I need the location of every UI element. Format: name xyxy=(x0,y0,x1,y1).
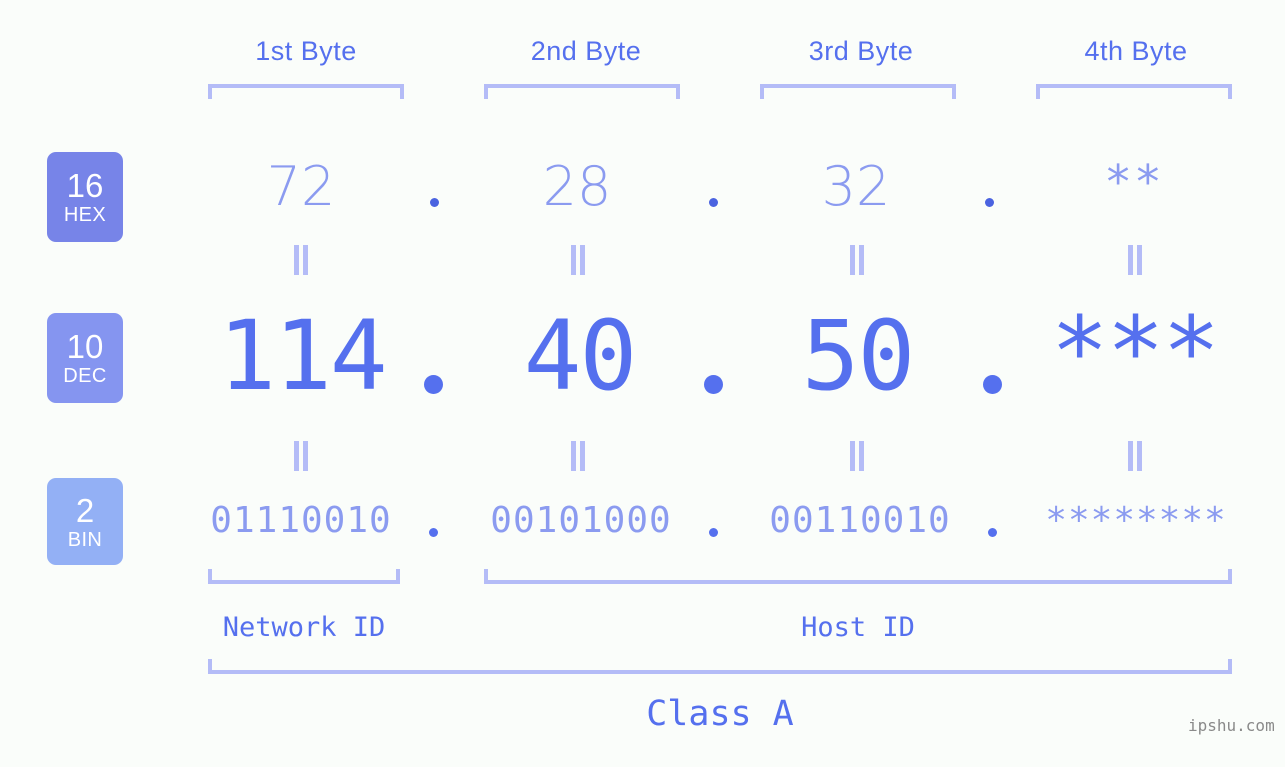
hex-byte-4-value: ** xyxy=(1104,155,1164,209)
bin-byte-2-value: 00101000 xyxy=(490,500,672,541)
bin-byte-1-value: 01110010 xyxy=(210,500,392,541)
network-id-bracket xyxy=(208,569,400,584)
class-bracket xyxy=(208,659,1232,674)
dec-dot-1 xyxy=(424,375,443,394)
hex-byte-3-value: 32 xyxy=(821,155,891,218)
hex-byte-2-value: 28 xyxy=(542,155,612,218)
equals-separator-dec-bin-2 xyxy=(570,441,586,471)
ip-address-breakdown-diagram: 1st Byte 2nd Byte 3rd Byte 4th Byte 16 H… xyxy=(0,0,1285,767)
equals-separator-hex-dec-1 xyxy=(293,245,309,275)
bin-dot-3 xyxy=(988,528,997,537)
network-id-label: Network ID xyxy=(222,612,386,643)
dec-dot-2 xyxy=(704,375,723,394)
host-id-bracket xyxy=(484,569,1232,584)
equals-separator-dec-bin-3 xyxy=(849,441,865,471)
class-label: Class A xyxy=(646,694,794,734)
radix-badge-bin: 2 BIN xyxy=(47,478,123,565)
radix-badge-dec-number: 10 xyxy=(66,328,104,365)
dec-byte-1-value: 114 xyxy=(218,300,387,412)
radix-badge-hex-label: HEX xyxy=(63,204,107,226)
hex-dot-2 xyxy=(709,198,718,207)
dec-byte-3-value: 50 xyxy=(801,300,916,412)
byte-bracket-3 xyxy=(760,84,956,99)
hex-byte-1-value: 72 xyxy=(266,155,336,218)
byte-label-2: 2nd Byte xyxy=(530,36,642,66)
equals-separator-hex-dec-2 xyxy=(570,245,586,275)
equals-separator-hex-dec-4 xyxy=(1127,245,1143,275)
byte-bracket-4 xyxy=(1036,84,1232,99)
byte-label-1: 1st Byte xyxy=(255,36,357,66)
radix-badge-dec: 10 DEC xyxy=(47,313,123,403)
byte-label-3: 3rd Byte xyxy=(808,36,914,66)
equals-separator-dec-bin-1 xyxy=(293,441,309,471)
bin-byte-3-value: 00110010 xyxy=(769,500,951,541)
byte-bracket-2 xyxy=(484,84,680,99)
dec-byte-4-value: *** xyxy=(1050,296,1220,408)
equals-separator-hex-dec-3 xyxy=(849,245,865,275)
bin-byte-4-value: ******** xyxy=(1045,500,1227,541)
equals-separator-dec-bin-4 xyxy=(1127,441,1143,471)
byte-bracket-1 xyxy=(208,84,404,99)
radix-badge-hex: 16 HEX xyxy=(47,152,123,242)
byte-label-4: 4th Byte xyxy=(1084,36,1188,66)
site-watermark: ipshu.com xyxy=(1188,716,1275,735)
radix-badge-hex-number: 16 xyxy=(66,167,104,204)
host-id-label: Host ID xyxy=(801,612,915,643)
dec-dot-3 xyxy=(983,375,1002,394)
hex-dot-1 xyxy=(430,198,439,207)
hex-dot-3 xyxy=(985,198,994,207)
radix-badge-bin-number: 2 xyxy=(75,491,95,529)
radix-badge-dec-label: DEC xyxy=(63,365,107,387)
dec-byte-2-value: 40 xyxy=(523,300,638,412)
radix-badge-bin-label: BIN xyxy=(67,528,103,551)
bin-dot-2 xyxy=(709,528,718,537)
bin-dot-1 xyxy=(429,528,438,537)
